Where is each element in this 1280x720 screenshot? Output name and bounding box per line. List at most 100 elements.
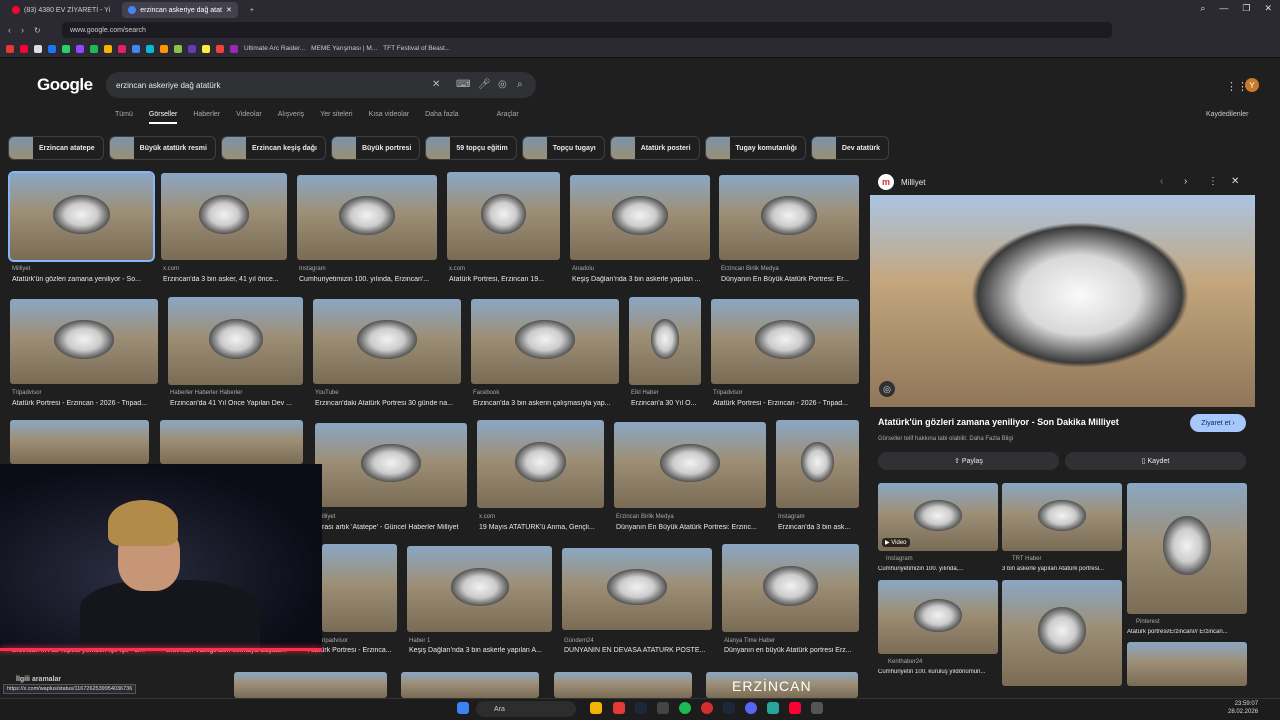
more-icon[interactable]: ⋮ <box>1208 176 1218 187</box>
bookmark-icon[interactable] <box>76 44 84 53</box>
result-image[interactable] <box>471 299 619 384</box>
avatar[interactable]: Y <box>1245 78 1259 92</box>
browser-tab-google[interactable]: erzincan askeriye dağ atat ✕ <box>122 2 238 18</box>
chip[interactable]: Topçu tugayı <box>521 136 605 160</box>
result-image[interactable] <box>719 175 859 260</box>
app-icon[interactable] <box>723 702 735 714</box>
steam-icon[interactable] <box>635 702 647 714</box>
panel-title[interactable]: Atatürk'ün gözleri zamana yeniliyor - So… <box>878 417 1119 427</box>
tab-news[interactable]: Haberler <box>193 111 220 124</box>
result-image[interactable] <box>8 171 155 262</box>
result-caption[interactable]: Dünyanın En Büyük Atatürk Portresi: Er..… <box>721 276 859 283</box>
result-caption[interactable]: Keşiş Dağları'nda 3 bin askerle yapılan … <box>572 276 712 283</box>
tab-images[interactable]: Görseller <box>148 111 178 124</box>
minimize-icon[interactable]: — <box>1219 3 1228 14</box>
result-caption[interactable]: Erzincan'da 3 bin ask... <box>778 524 860 531</box>
bookmark-icon[interactable] <box>104 44 112 53</box>
panel-thumb[interactable] <box>1002 580 1122 686</box>
bookmark-icon[interactable] <box>20 44 28 53</box>
panel-thumb[interactable] <box>1002 483 1122 551</box>
discord-icon[interactable] <box>745 702 757 714</box>
tools-button[interactable]: Araçlar <box>497 111 519 124</box>
bookmark-item[interactable]: MEME Yarışması | M... <box>311 45 377 52</box>
bookmark-icon[interactable] <box>202 44 210 53</box>
bookmark-icon[interactable] <box>34 44 42 53</box>
tab-all[interactable]: Tümü <box>115 111 133 124</box>
bookmark-icon[interactable] <box>230 44 238 53</box>
taskbar-search[interactable]: Ara <box>476 701 576 717</box>
visit-button[interactable]: Ziyaret et › <box>1190 414 1246 432</box>
panel-thumb-caption[interactable]: Cumhuriyetimizin 100. yılında,... <box>878 566 998 572</box>
app-icon[interactable] <box>767 702 779 714</box>
result-image[interactable] <box>10 420 149 464</box>
result-image[interactable] <box>161 173 287 260</box>
new-tab-button[interactable]: + <box>244 2 260 18</box>
panel-thumb[interactable] <box>1127 642 1247 686</box>
result-caption[interactable]: Erzincan'da 3 bin asker, 41 yıl önce... <box>163 276 288 283</box>
result-image[interactable] <box>477 420 604 508</box>
chip[interactable]: 59 topçu eğitim <box>425 136 517 160</box>
reload-icon[interactable]: ↻ <box>34 26 41 35</box>
bookmark-item[interactable]: TFT Festival of Beast... <box>383 45 450 52</box>
search-input[interactable]: erzincan askeriye dağ atatürk ✕ ⌨ 🎤︎ ◎ ⌕ <box>106 72 536 98</box>
tab-short-videos[interactable]: Kısa videolar <box>369 111 409 124</box>
system-clock[interactable]: 23:59:07 28.02.2026 <box>1228 700 1258 716</box>
result-image[interactable] <box>776 420 859 508</box>
result-image[interactable] <box>315 423 467 507</box>
chip[interactable]: Erzincan keşiş dağı <box>220 136 326 160</box>
chip[interactable]: Tugay komutanlığı <box>704 136 806 160</box>
bookmark-icon[interactable] <box>146 44 154 53</box>
forward-icon[interactable]: › <box>21 25 24 35</box>
opera-icon[interactable] <box>701 702 713 714</box>
prev-icon[interactable]: ‹ <box>1160 176 1163 187</box>
result-image[interactable] <box>629 297 701 385</box>
lens-icon[interactable]: ◎ <box>498 79 507 90</box>
chip[interactable]: Büyük portresi <box>330 136 421 160</box>
back-icon[interactable]: ‹ <box>8 25 11 35</box>
url-bar[interactable]: www.google.com/search <box>62 22 1112 38</box>
result-caption[interactable]: 19 Mayıs ATATÜRK'ü Anma, Gençli... <box>479 524 605 531</box>
panel-source[interactable]: Milliyet <box>901 178 925 187</box>
microphone-icon[interactable]: 🎤︎ <box>478 79 491 90</box>
result-image[interactable] <box>168 297 303 385</box>
google-logo[interactable]: Google <box>37 75 93 95</box>
app-icon[interactable] <box>811 702 823 714</box>
close-panel-icon[interactable]: ✕ <box>1231 176 1239 187</box>
lens-icon[interactable]: ◎ <box>879 381 895 397</box>
tab-shopping[interactable]: Alışveriş <box>278 111 304 124</box>
share-button[interactable]: ⇪ Paylaş <box>878 452 1059 470</box>
bookmark-icon[interactable] <box>188 44 196 53</box>
result-image[interactable] <box>313 299 461 384</box>
result-caption[interactable]: Dünyanın en büyük Atatürk portresi Erz..… <box>724 647 859 654</box>
result-caption[interactable]: Erzincan'daki Atatürk Portresi 30 günde … <box>315 400 461 407</box>
result-image[interactable] <box>711 299 859 384</box>
result-image[interactable] <box>570 175 710 260</box>
app-icon[interactable] <box>613 702 625 714</box>
save-button[interactable]: ▯ Kaydet <box>1065 452 1246 470</box>
bookmark-icon[interactable] <box>6 44 14 53</box>
clear-icon[interactable]: ✕ <box>432 79 440 90</box>
bookmark-item[interactable]: Ultimate Arc Raider... <box>244 45 305 52</box>
panel-thumb-caption[interactable]: 3 bin askerle yapılan Atatürk portresi..… <box>1002 566 1122 572</box>
chip[interactable]: Atatürk posteri <box>609 136 700 160</box>
result-caption[interactable]: Keşiş Dağları'nda 3 bin askerle yapılan … <box>409 647 554 654</box>
next-icon[interactable]: › <box>1184 176 1187 187</box>
bookmark-icon[interactable] <box>118 44 126 53</box>
chip[interactable]: Büyük atatürk resmi <box>108 136 216 160</box>
result-caption[interactable]: DÜNYANIN EN DEVASA ATATÜRK POSTE... <box>564 647 712 654</box>
bookmark-icon[interactable] <box>160 44 168 53</box>
browser-tab-youtube[interactable]: (83) 4380 EV ZİYARETİ - Yi <box>6 2 116 18</box>
bookmark-icon[interactable] <box>132 44 140 53</box>
result-caption[interactable]: Erzincan'da 41 Yıl Önce Yapılan Dev ... <box>170 400 304 407</box>
tab-videos[interactable]: Videolar <box>236 111 262 124</box>
app-icon[interactable] <box>657 702 669 714</box>
result-caption[interactable]: Atatürk Portresi, Erzincan 19... <box>449 276 561 283</box>
result-image[interactable] <box>562 548 712 630</box>
bookmark-icon[interactable] <box>216 44 224 53</box>
keyboard-icon[interactable]: ⌨ <box>456 79 470 90</box>
panel-thumb-caption[interactable]: Atatürk portresi/Erzincan/// Erzincan... <box>1127 629 1247 635</box>
result-image[interactable] <box>297 175 437 260</box>
result-image[interactable] <box>234 672 387 698</box>
chip[interactable]: Dev atatürk <box>810 136 889 160</box>
search-icon[interactable]: ⌕ <box>1200 3 1205 14</box>
